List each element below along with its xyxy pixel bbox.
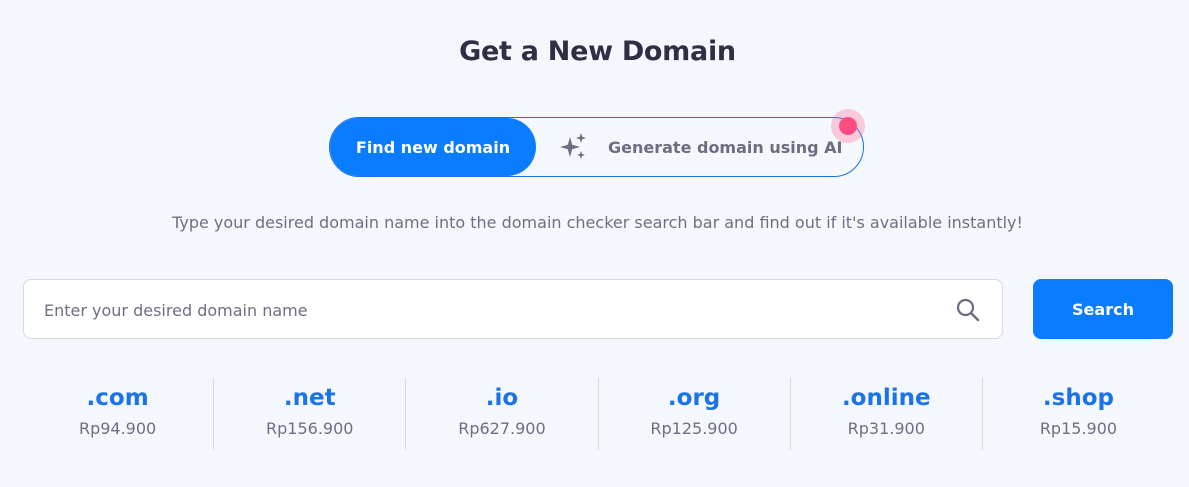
domain-search-box (23, 279, 1003, 340)
generate-domain-ai-label: Generate domain using AI (608, 137, 843, 157)
tld-price: Rp15.900 (1039, 419, 1118, 438)
page-subtitle: Type your desired domain name into the d… (172, 213, 1023, 232)
tld-item-shop[interactable]: .shop Rp15.900 (983, 378, 1174, 450)
domain-search-input[interactable] (42, 280, 926, 340)
tld-item-net[interactable]: .net Rp156.900 (214, 378, 407, 450)
generate-domain-ai-tab[interactable]: Generate domain using AI (558, 118, 843, 176)
domain-mode-toggle: Find new domain Generate domain using AI (329, 117, 864, 177)
tld-name: .org (667, 385, 721, 411)
tld-price: Rp31.900 (847, 419, 925, 438)
tld-item-online[interactable]: .online Rp31.900 (791, 378, 983, 450)
tld-item-com[interactable]: .com Rp94.900 (22, 378, 215, 450)
tld-name: .shop (1042, 385, 1114, 411)
search-button[interactable]: Search (1033, 279, 1173, 339)
tld-price: Rp125.900 (650, 419, 738, 438)
tld-name: .online (841, 385, 931, 411)
tld-name: .io (485, 385, 519, 411)
tld-price: Rp627.900 (458, 419, 546, 438)
tld-name: .net (283, 385, 336, 411)
find-new-domain-tab[interactable]: Find new domain (330, 118, 536, 176)
search-icon[interactable] (955, 297, 981, 323)
tld-name: .com (86, 385, 149, 411)
tld-price: Rp94.900 (78, 419, 157, 438)
tld-price-list: .com Rp94.900 .net Rp156.900 .io Rp627.9… (22, 378, 1174, 450)
tld-price: Rp156.900 (266, 419, 354, 438)
page-title: Get a New Domain (459, 36, 736, 67)
tld-item-org[interactable]: .org Rp125.900 (599, 378, 791, 450)
sparkle-icon (558, 132, 588, 162)
tld-item-io[interactable]: .io Rp627.900 (406, 378, 599, 450)
notification-dot (839, 117, 857, 135)
